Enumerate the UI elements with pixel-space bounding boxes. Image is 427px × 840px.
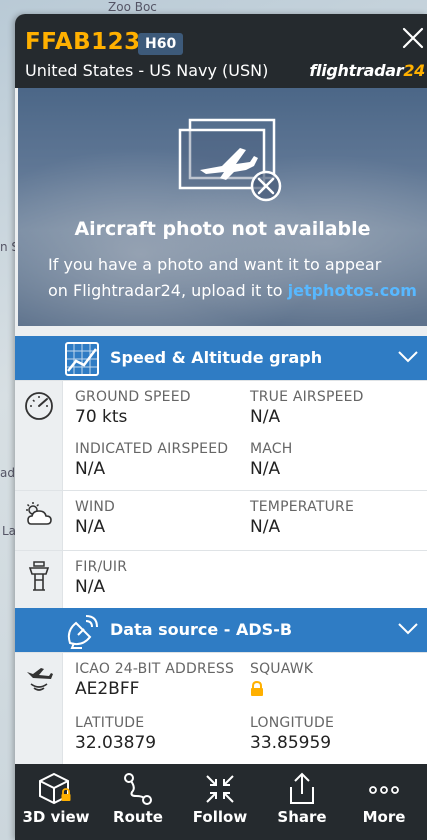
temperature-field: TEMPERATURE N/A bbox=[250, 499, 354, 537]
route-label: Route bbox=[113, 808, 163, 826]
longitude-field: LONGITUDE 33.85959 bbox=[250, 715, 334, 753]
ground-speed-field: GROUND SPEED 70 kts bbox=[75, 389, 191, 427]
map-label: Zoo Boc bbox=[108, 0, 157, 14]
chevron-down-icon bbox=[398, 623, 418, 635]
speedometer-icon bbox=[25, 392, 53, 420]
photo-unavailable-icon bbox=[178, 118, 282, 202]
flightradar24-logo: flightradar24 bbox=[309, 61, 425, 80]
control-tower-icon bbox=[28, 561, 50, 591]
section-title: Data source - ADS-B bbox=[110, 620, 293, 639]
chevron-down-icon bbox=[398, 351, 418, 363]
share-label: Share bbox=[277, 808, 327, 826]
aircraft-photo-placeholder: Aircraft photo not available If you have… bbox=[18, 88, 427, 326]
close-icon bbox=[402, 27, 424, 49]
aircraft-type-badge[interactable]: H60 bbox=[138, 33, 184, 55]
section-title: Speed & Altitude graph bbox=[110, 348, 323, 367]
more-button[interactable]: More bbox=[343, 764, 425, 840]
3d-view-button[interactable]: 3D view bbox=[15, 764, 97, 840]
data-source-row: ICAO 24-BIT ADDRESS AE2BFF SQUAWK LATITU… bbox=[15, 652, 427, 764]
latitude-field: LATITUDE 32.03879 bbox=[75, 715, 157, 753]
speed-altitude-graph-toggle[interactable]: Speed & Altitude graph bbox=[15, 336, 427, 380]
route-icon bbox=[124, 773, 152, 805]
speed-row: GROUND SPEED 70 kts TRUE AIRSPEED N/A IN… bbox=[15, 380, 427, 490]
mach-field: MACH N/A bbox=[250, 441, 293, 479]
data-source-toggle[interactable]: Data source - ADS-B bbox=[15, 608, 427, 652]
follow-label: Follow bbox=[192, 808, 248, 826]
weather-icon bbox=[26, 502, 52, 525]
graph-icon bbox=[65, 342, 99, 376]
weather-row: WIND N/A TEMPERATURE N/A bbox=[15, 490, 427, 550]
follow-arrows-icon bbox=[206, 775, 234, 803]
share-icon bbox=[290, 772, 314, 804]
jetphotos-link[interactable]: jetphotos.com bbox=[288, 281, 417, 300]
squawk-field: SQUAWK bbox=[250, 661, 313, 702]
3d-view-label: 3D view bbox=[22, 808, 90, 826]
flight-callsign: FFAB123 bbox=[25, 29, 141, 55]
airline-name: United States - US Navy (USN) bbox=[25, 61, 269, 80]
map-label: ad bbox=[0, 466, 15, 480]
aircraft-signal-icon bbox=[27, 668, 53, 691]
panel-header: FFAB123 H60 United States - US Navy (USN… bbox=[15, 14, 427, 88]
satellite-dish-icon bbox=[67, 615, 98, 649]
lock-icon[interactable] bbox=[250, 680, 264, 697]
photo-upload-message: If you have a photo and want it to appea… bbox=[48, 255, 417, 300]
wind-field: WIND N/A bbox=[75, 499, 116, 537]
more-label: More bbox=[362, 808, 406, 826]
route-button[interactable]: Route bbox=[97, 764, 179, 840]
indicated-airspeed-field: INDICATED AIRSPEED N/A bbox=[75, 441, 229, 479]
fir-uir-field: FIR/UIR N/A bbox=[75, 559, 128, 597]
map-label: La bbox=[2, 524, 17, 538]
bottom-toolbar: 3D view Route Follow Share More bbox=[15, 764, 427, 840]
share-button[interactable]: Share bbox=[261, 764, 343, 840]
close-button[interactable] bbox=[399, 24, 427, 52]
follow-button[interactable]: Follow bbox=[179, 764, 261, 840]
photo-unavailable-title: Aircraft photo not available bbox=[74, 218, 371, 240]
true-airspeed-field: TRUE AIRSPEED N/A bbox=[250, 389, 364, 427]
fir-row: FIR/UIR N/A bbox=[15, 550, 427, 608]
cube-lock-icon bbox=[39, 772, 71, 805]
more-dots-icon bbox=[369, 786, 399, 794]
icao-address-field: ICAO 24-BIT ADDRESS AE2BFF bbox=[75, 661, 235, 699]
flight-info-panel: FFAB123 H60 United States - US Navy (USN… bbox=[15, 14, 427, 840]
